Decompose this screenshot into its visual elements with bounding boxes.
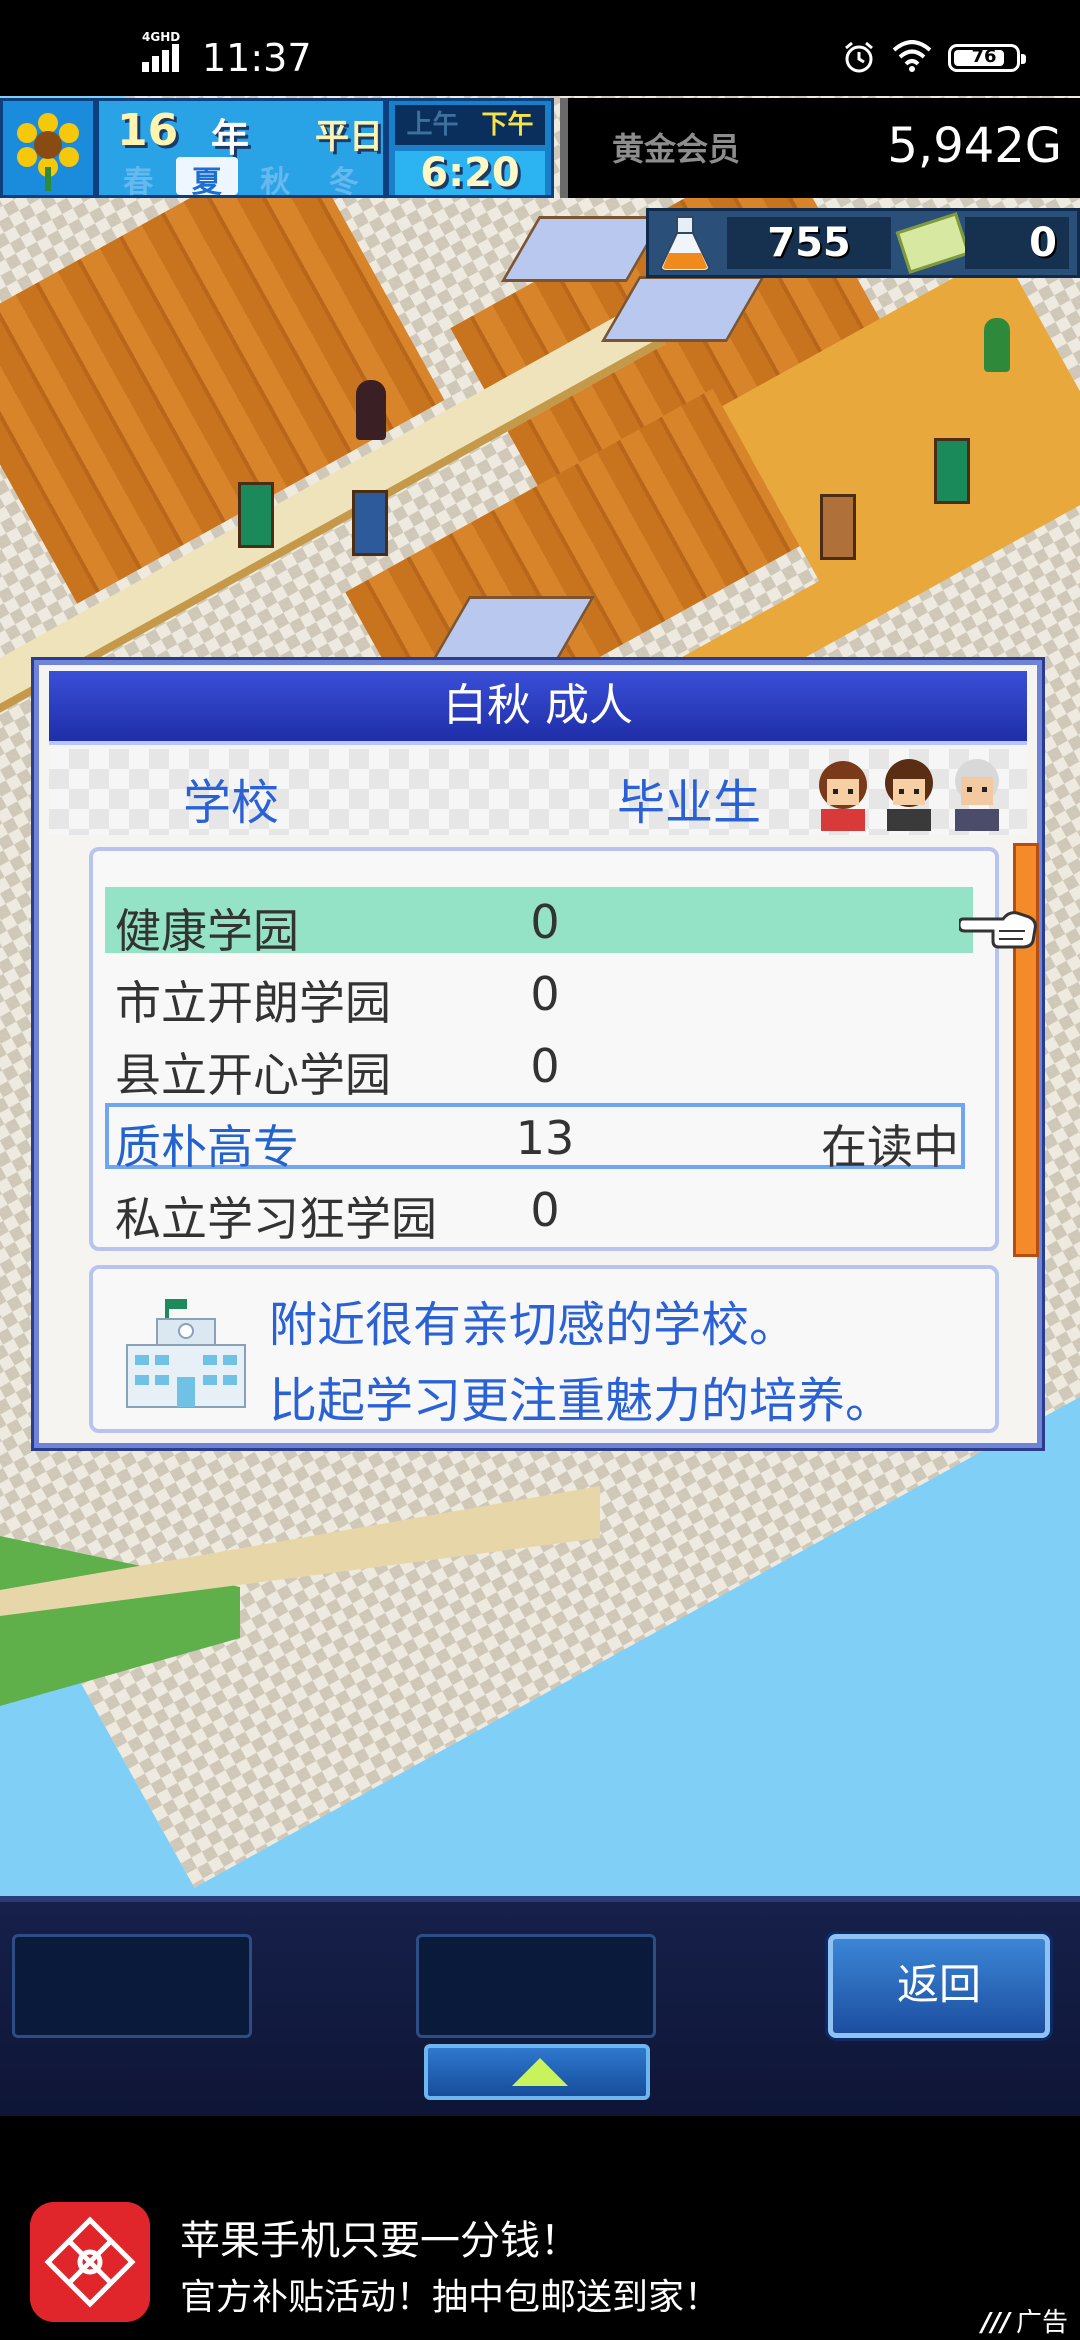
research-flask-icon (659, 216, 711, 272)
door (352, 490, 388, 556)
school-name: 健康学园 (115, 904, 299, 958)
ticket-icon (895, 212, 971, 274)
ad-label-text: 广告 (1015, 2308, 1068, 2338)
money-panel: 黄金会员 5,942G (560, 98, 1080, 198)
school-row[interactable]: 健康学园 0 (105, 887, 973, 958)
resource-panel: 755 0 (646, 208, 1080, 278)
school-row[interactable]: 县立开心学园 0 (105, 1031, 965, 1102)
pm-indicator: 下午 (481, 110, 534, 140)
season-autumn: 秋 (260, 165, 291, 200)
pointing-hand-icon (959, 911, 1037, 949)
status-bar: 4GHD 11:37 76 (0, 0, 1080, 96)
graduate-count: 0 (530, 895, 560, 949)
ad-banner[interactable]: 苹果手机只要一分钱！ 官方补贴活动！抽中包邮送到家！ ///广告 (0, 2116, 1080, 2340)
door (934, 438, 970, 504)
am-indicator: 上午 (406, 110, 459, 140)
ad-headline: 苹果手机只要一分钱！ (180, 2218, 580, 2264)
graduate-count: 0 (530, 1183, 560, 1237)
school-name: 质朴高专 (115, 1120, 299, 1174)
graduate-count: 0 (530, 1039, 560, 1093)
school-row-current[interactable]: 质朴高专 13 在读中 (105, 1103, 965, 1174)
empty-slot-center (416, 1934, 656, 2038)
school-description: 附近很有亲切感的学校。 比起学习更注重魅力的培养。 (89, 1265, 999, 1433)
membership-label: 黄金会员 (612, 130, 741, 168)
ticket-count: 0 (965, 217, 1069, 269)
season-spring: 春 (123, 165, 154, 200)
ad-mark-icon: /// (981, 2308, 1010, 2338)
graduate-count: 13 (515, 1111, 575, 1165)
ad-subline: 官方补贴活动！抽中包邮送到家！ (180, 2277, 721, 2318)
description-line-2: 比起学习更注重魅力的培养。 (269, 1373, 894, 1429)
school-name: 市立开朗学园 (115, 976, 391, 1030)
back-button[interactable]: 返回 (828, 1934, 1050, 2038)
year-unit: 年 (211, 116, 250, 160)
alarm-icon (845, 41, 873, 73)
dialog-title: 白秋 成人 (49, 671, 1027, 745)
research-points: 755 (727, 217, 891, 269)
student-character[interactable] (984, 318, 1010, 372)
network-type: 4GHD (142, 30, 181, 44)
empty-slot-left (12, 1934, 252, 2038)
school-dialog: 白秋 成人 学校 毕业生 健康学园 0 市立开朗学园 0 县立开心学园 0 质朴… (34, 660, 1042, 1448)
weekday-label: 平日 (315, 117, 383, 157)
description-line-1: 附近很有亲切感的学校。 (269, 1297, 798, 1353)
game-time: 6:20 (395, 151, 545, 195)
school-row[interactable]: 私立学习狂学园 0 (105, 1175, 965, 1246)
school-name: 县立开心学园 (115, 1048, 391, 1102)
school-name: 私立学习狂学园 (115, 1192, 437, 1246)
battery-icon: 76 (948, 44, 1026, 72)
school-row[interactable]: 市立开朗学园 0 (105, 959, 965, 1030)
door (820, 494, 856, 560)
top-hud: 16 年 平日 春 夏 秋 冬 上午 下午 6:20 黄金会员 5,942G (0, 96, 1080, 206)
student-character[interactable] (356, 380, 386, 440)
up-arrow-icon (512, 2058, 568, 2086)
clock-panel: 上午 下午 6:20 (386, 98, 554, 198)
door (238, 482, 274, 548)
school-status: 在读中 (821, 1120, 959, 1174)
battery-level: 76 (971, 46, 997, 67)
dialog-header: 学校 毕业生 (49, 749, 1027, 835)
date-panel: 16 年 平日 春 夏 秋 冬 (96, 98, 386, 200)
bottom-control-bar: 返回 (0, 1896, 1080, 2116)
gold-amount: 5,942G (887, 118, 1062, 174)
sunflower-icon[interactable] (0, 98, 96, 198)
season-winter: 冬 (328, 165, 359, 200)
app-logo-icon (30, 2202, 150, 2322)
status-time: 11:37 (202, 36, 312, 80)
character-portraits-icon (819, 759, 999, 831)
school-list[interactable]: 健康学园 0 市立开朗学园 0 县立开心学园 0 质朴高专 13 在读中 私立学… (89, 847, 999, 1251)
ad-label: ///广告 (981, 2302, 1068, 2339)
signal-icon: 4GHD (142, 30, 194, 72)
scroll-up-button[interactable] (424, 2044, 650, 2100)
wifi-icon (892, 40, 932, 72)
year-number: 16 (117, 105, 179, 156)
column-school: 学校 (183, 775, 280, 831)
school-building-icon (126, 1299, 246, 1408)
season-summer: 夏 (175, 157, 238, 200)
graduate-count: 0 (530, 967, 560, 1021)
column-graduates: 毕业生 (617, 775, 762, 831)
season-bar: 春 夏 秋 冬 (107, 157, 375, 200)
